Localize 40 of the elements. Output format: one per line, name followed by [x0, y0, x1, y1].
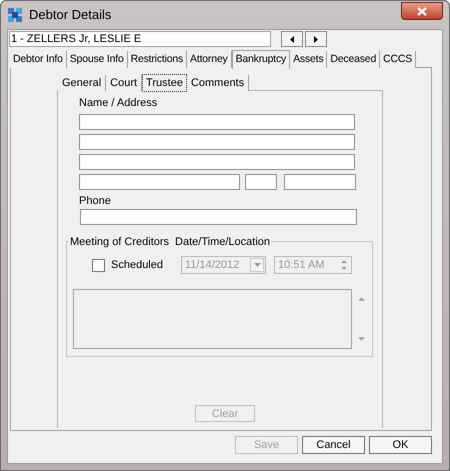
dialog-button[interactable]: OK — [369, 436, 432, 454]
subtab[interactable]: Court — [106, 75, 142, 91]
scheduled-checkbox[interactable]: Scheduled — [92, 256, 181, 274]
next-button[interactable] — [305, 31, 327, 47]
phone-field[interactable] — [80, 209, 357, 225]
tab[interactable]: Assets — [290, 51, 328, 68]
app-icon — [7, 7, 23, 23]
address-field[interactable] — [79, 154, 355, 170]
address-field[interactable] — [79, 134, 355, 150]
tab[interactable]: CCCS — [380, 51, 416, 68]
address-field[interactable] — [79, 114, 355, 130]
city-field[interactable] — [79, 174, 240, 190]
close-button[interactable] — [401, 2, 443, 20]
subtab[interactable]: Comments — [186, 75, 250, 91]
dialog-button[interactable]: Cancel — [302, 436, 365, 454]
subtab[interactable]: Trustee — [142, 74, 187, 92]
zip-field[interactable] — [284, 174, 356, 190]
close-icon — [417, 6, 427, 16]
scroll-down-icon[interactable] — [358, 337, 364, 341]
group-subtitle: Date/Time/Location — [175, 235, 270, 250]
scroll-up-icon[interactable] — [358, 297, 364, 301]
tab[interactable]: Bankruptcy — [232, 50, 290, 69]
record-field[interactable]: 1 - ZELLERS Jr, LESLIE E — [9, 31, 271, 47]
tab[interactable]: Deceased — [327, 51, 380, 68]
right-arrow-icon — [314, 36, 318, 42]
window-title: Debtor Details — [29, 6, 112, 24]
subtab[interactable]: General — [58, 75, 106, 91]
field-label: Name / Address — [79, 96, 158, 109]
caret-icon — [254, 263, 260, 267]
checkbox[interactable] — [92, 258, 105, 272]
location-text-area[interactable] — [73, 289, 352, 349]
previous-button[interactable] — [281, 31, 303, 47]
state-field[interactable] — [245, 174, 277, 190]
tab[interactable]: Attorney — [187, 51, 232, 68]
tab[interactable]: Spouse Info — [66, 51, 128, 68]
tab[interactable]: Restrictions — [128, 51, 188, 68]
group-title: Meeting of Creditors — [70, 235, 170, 250]
field-label: Phone — [79, 194, 112, 207]
left-arrow-icon — [290, 36, 294, 42]
tab[interactable]: Debtor Info — [10, 51, 67, 68]
